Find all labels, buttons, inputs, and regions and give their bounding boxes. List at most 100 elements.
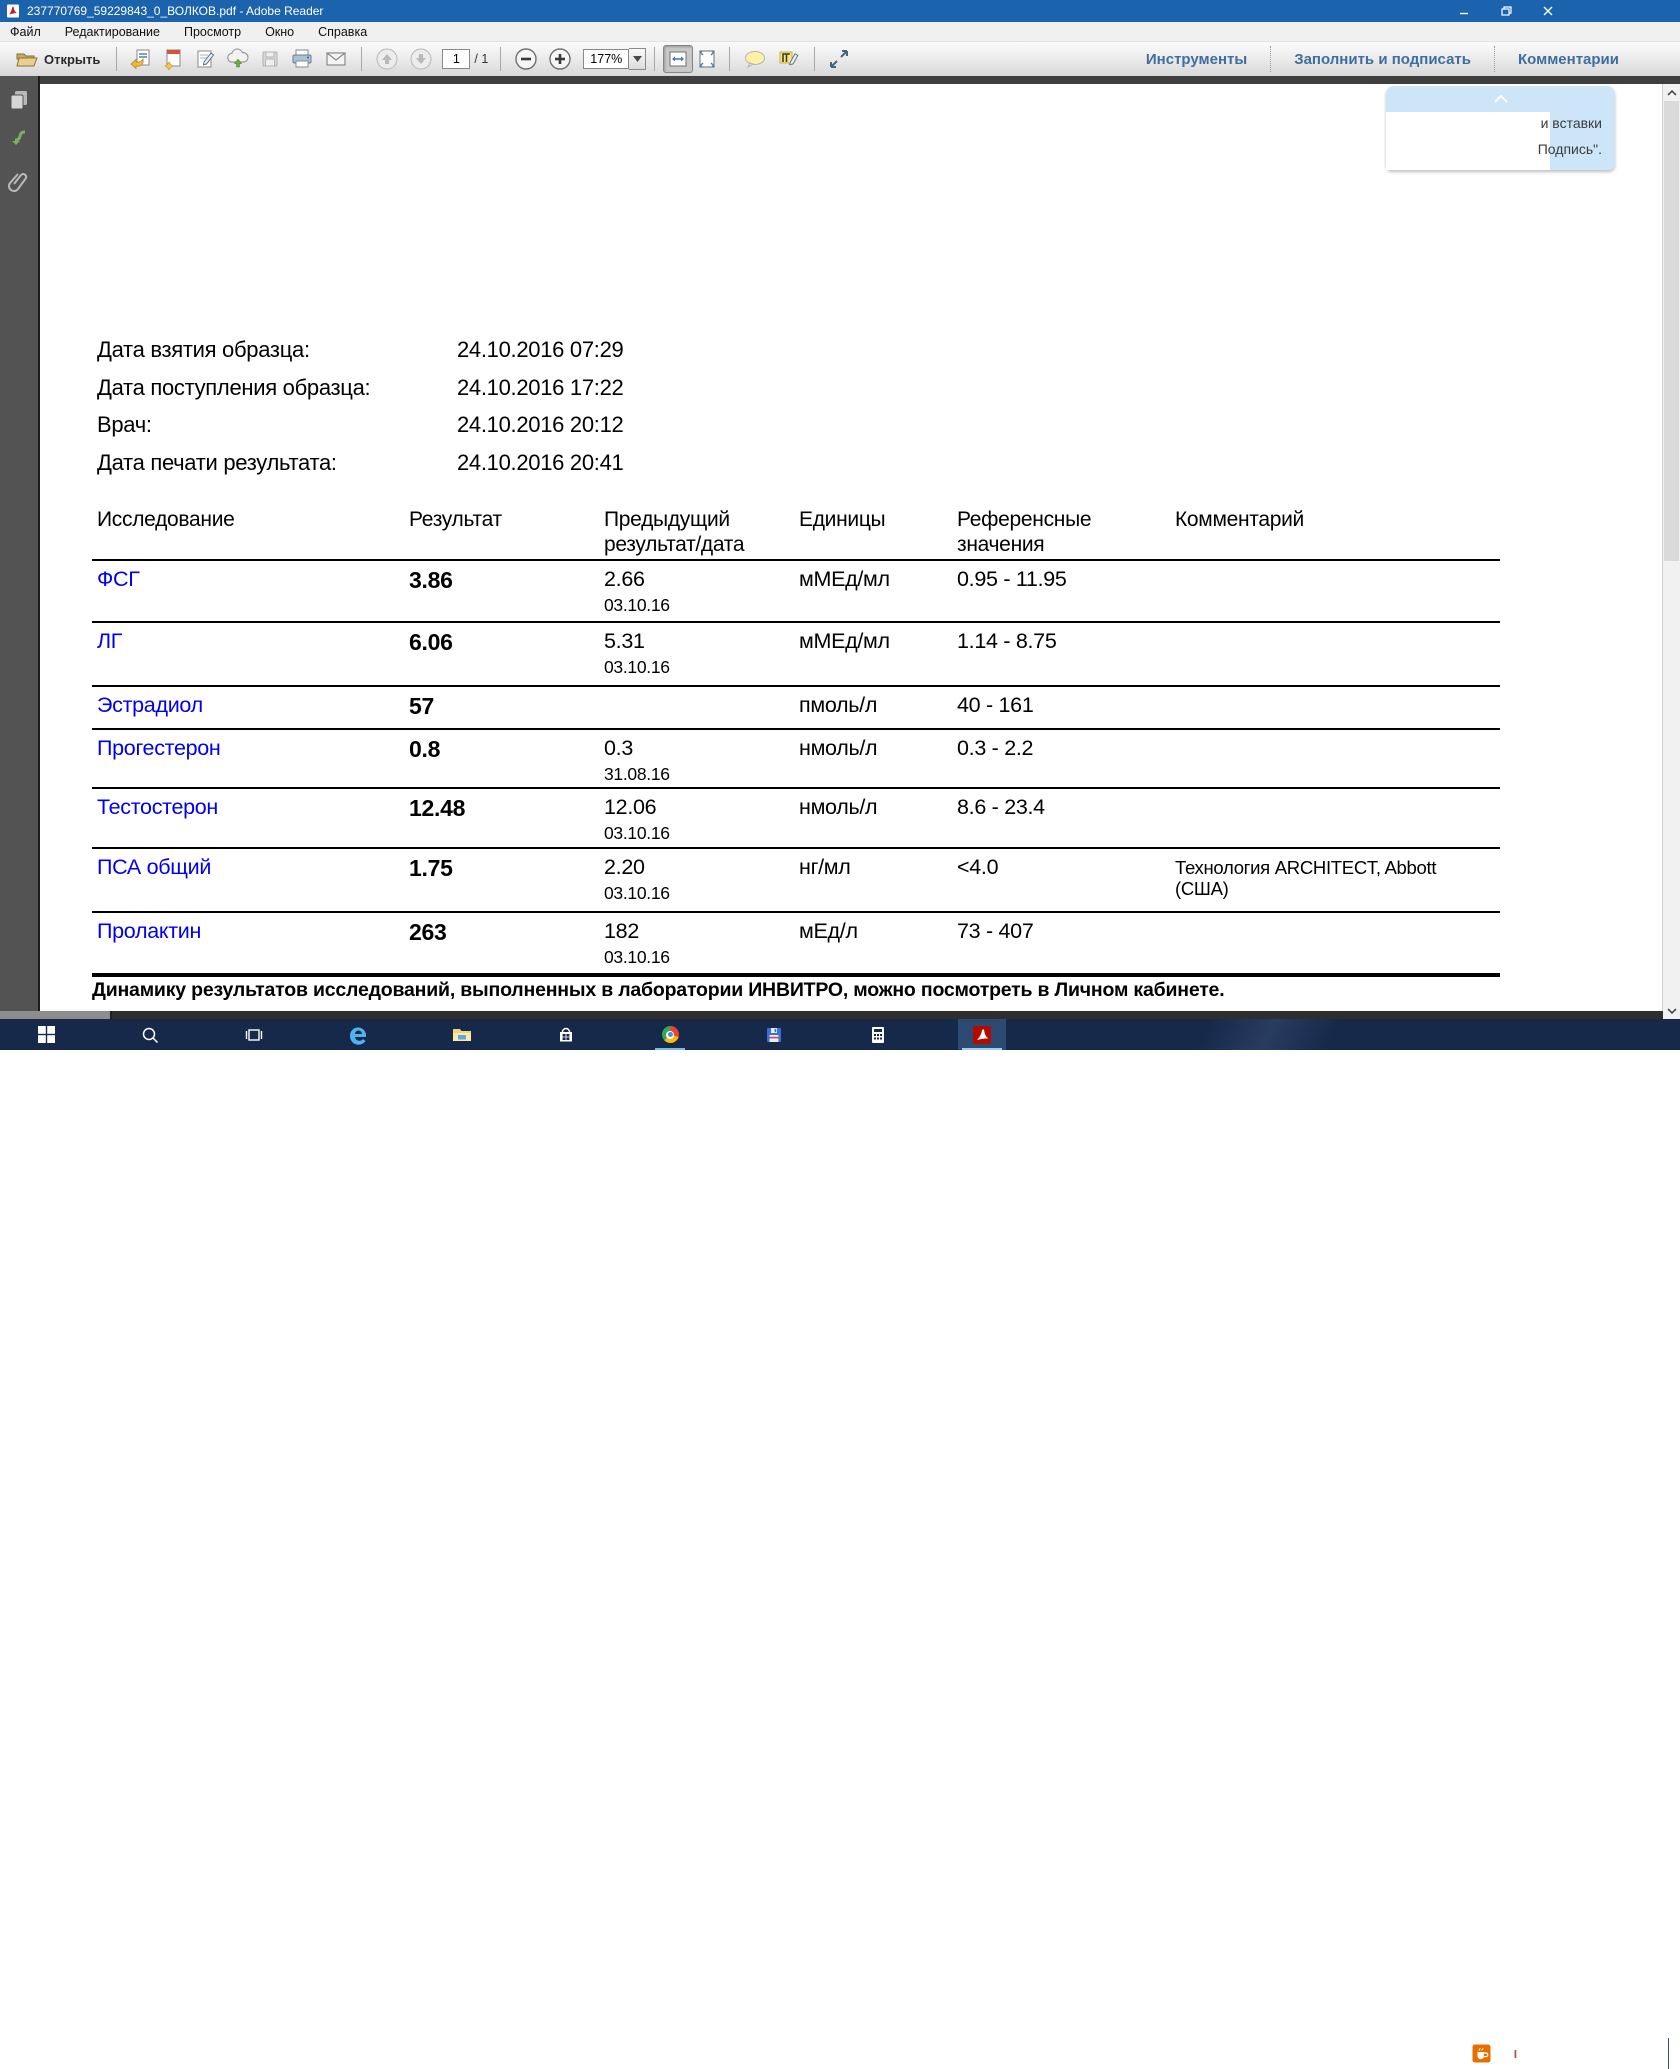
chevron-down-icon [1667,1008,1677,1014]
window-bottom-edge [0,1011,1663,1019]
adobe-reader-taskbar-button[interactable] [958,1019,1006,1050]
menu-item-3[interactable]: Окно [253,22,306,41]
previous-result [599,687,794,728]
doc-footer-note: Динамику результатов исследований, выпол… [92,979,1422,1002]
tray-expand-button[interactable] [1448,2038,1462,2069]
taskbar-search-button[interactable] [126,1019,174,1050]
pdf-page: Дата взятия образца:24.10.2016 07:29Дата… [40,84,1663,1011]
previous-value: 0.3 [604,736,788,761]
previous-date: 03.10.16 [604,883,788,904]
scrollbar-thumb[interactable] [1664,101,1679,561]
test-name-link[interactable]: Прогестерон [92,730,404,787]
test-name-link[interactable]: Пролактин [92,913,404,973]
test-name-link[interactable]: Эстрадиол [92,687,404,728]
minimize-icon [1458,5,1470,17]
previous-page-button[interactable] [370,46,404,72]
chrome-button[interactable] [646,1019,694,1050]
toolbar-separator [814,47,815,71]
zoom-dropdown-button[interactable] [629,48,646,70]
minimize-button[interactable] [1443,0,1485,22]
menu-item-4[interactable]: Справка [306,22,379,41]
navigation-panel [0,76,40,1011]
units-value: мЕд/л [794,913,952,973]
scroll-up-button[interactable] [1663,84,1680,101]
start-button[interactable] [22,1019,70,1050]
meta-value: 24.10.2016 17:22 [457,375,623,401]
comment-value [1170,561,1500,621]
previous-result: 5.3103.10.16 [599,623,794,685]
action-center-button[interactable] [1639,2038,1658,2069]
file-explorer-button[interactable] [438,1019,486,1050]
table-header-cell: Референсные значения [952,505,1170,557]
comment-value [1170,623,1500,685]
toolbar-right-button-1[interactable]: Заполнить и подписать [1270,46,1494,72]
zoom-level-input[interactable]: 177% [583,49,629,69]
next-page-button[interactable] [404,46,438,72]
previous-result: 18203.10.16 [599,913,794,973]
share-document-button[interactable] [125,46,157,72]
units-value: мМЕд/мл [794,561,952,621]
open-button[interactable]: Открыть [8,46,108,72]
vertical-scrollbar[interactable] [1662,84,1680,1019]
create-pdf-button[interactable] [157,46,189,72]
test-name-link[interactable]: ПСА общий [92,849,404,911]
doc-meta: Дата взятия образца:24.10.2016 07:29Дата… [97,337,623,487]
test-name-link[interactable]: Тестостерон [92,789,404,847]
table-header-cell: Комментарий [1170,505,1500,557]
floppy-app-button[interactable] [750,1019,798,1050]
test-name-link[interactable]: ЛГ [92,623,404,685]
fullscreen-button[interactable] [823,46,855,72]
highlight-text-icon [777,49,801,69]
comment-value [1170,730,1500,787]
highlight-text-button[interactable] [772,46,806,72]
open-button-label: Открыть [44,52,100,67]
export-arrow-icon[interactable] [7,128,31,152]
maximize-button[interactable] [1485,0,1527,22]
fill-sign-button[interactable] [189,46,221,72]
menu-item-0[interactable]: Файл [0,22,53,41]
signature-tooltip-popup: и вставки Подпись". [1386,86,1615,170]
result-value: 12.48 [404,789,599,847]
keyboard-tray-button[interactable] [1531,2038,1553,2069]
page-thumbnails-icon[interactable] [7,88,31,112]
menu-item-1[interactable]: Редактирование [53,22,172,41]
save-button[interactable] [255,46,285,72]
fit-page-button[interactable] [693,46,721,72]
cloud-upload-button[interactable] [221,46,255,72]
menu-item-2[interactable]: Просмотр [172,22,253,41]
comment-button[interactable] [738,46,772,72]
email-button[interactable] [319,46,353,72]
previous-date: 03.10.16 [604,595,788,616]
zoom-out-button[interactable] [509,46,543,72]
store-button[interactable] [542,1019,590,1050]
page-up-icon [375,47,399,71]
test-name-link[interactable]: ФСГ [92,561,404,621]
show-desktop-button[interactable] [1668,2038,1674,2069]
toolbar-separator [116,47,117,71]
task-view-button[interactable] [230,1019,278,1050]
calculator-button[interactable] [854,1019,902,1050]
table-header-cell: Предыдущий результат/дата [599,505,794,557]
close-button[interactable] [1527,0,1569,22]
toolbar-right-button-2[interactable]: Комментарии [1494,46,1642,72]
language-indicator[interactable]: РУС [1563,2038,1588,2069]
volume-tray-button[interactable] [1501,2038,1521,2069]
clock[interactable]: 10:48 [1598,2038,1629,2069]
page-number-input[interactable]: 1 [442,49,470,69]
fit-width-button[interactable] [663,45,693,73]
save-icon [260,49,280,69]
zoom-in-button[interactable] [543,46,577,72]
tooltip-collapse-button[interactable] [1386,86,1615,112]
scroll-down-button[interactable] [1663,1002,1680,1019]
previous-date: 03.10.16 [604,657,788,678]
toolbar-right-button-0[interactable]: Инструменты [1123,46,1270,72]
toolbar-separator [500,47,501,71]
page-down-icon [409,47,433,71]
java-tray-button[interactable] [1472,2038,1491,2069]
cloud-upload-icon [226,48,250,70]
attachments-paperclip-icon[interactable] [7,170,31,194]
print-button[interactable] [285,46,319,72]
edge-button[interactable] [334,1019,382,1050]
tray-chevron-up-icon [1448,2049,1462,2058]
action-center-icon [1639,2045,1658,2062]
